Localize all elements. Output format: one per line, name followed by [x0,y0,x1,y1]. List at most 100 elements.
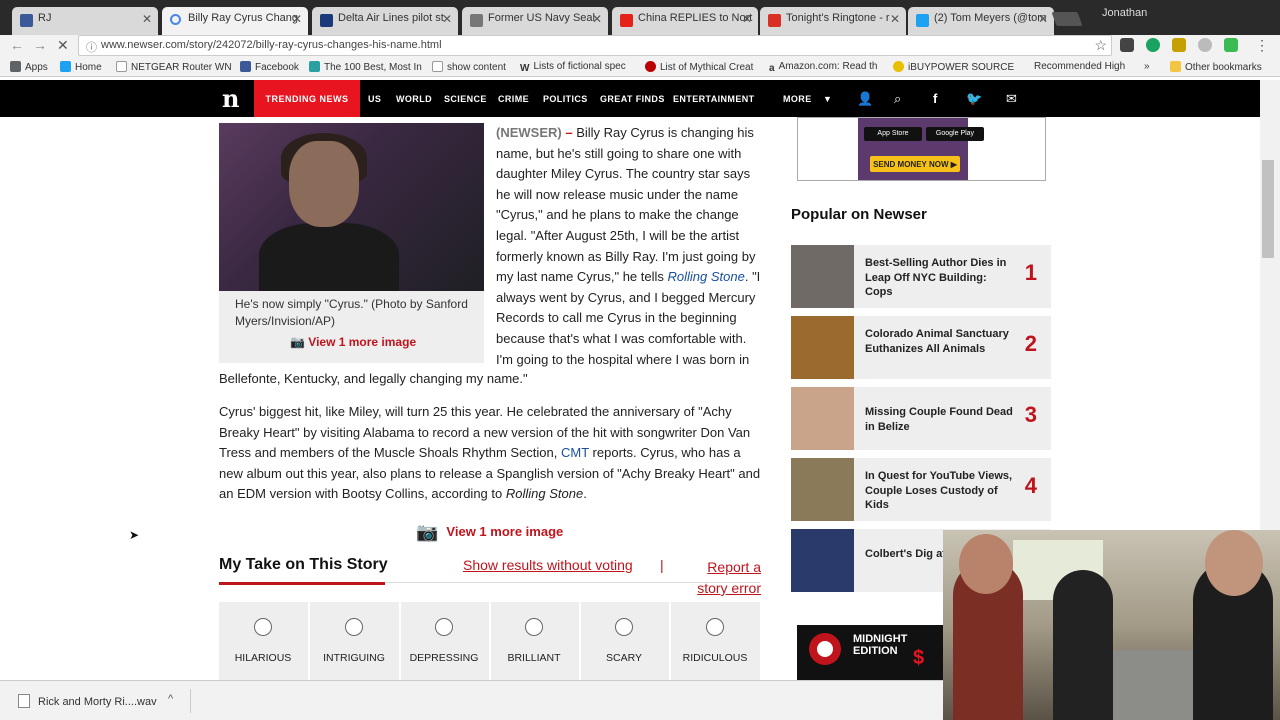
article-paragraph: (NEWSER) – Billy Ray Cyrus is changing h… [496,125,761,367]
twitter-icon[interactable]: 🐦 [966,91,982,107]
bookmark[interactable]: iBUYPOWER SOURCE [893,61,1014,73]
back-arrow-icon[interactable]: ← [10,37,24,53]
bookmark[interactable]: a Amazon.com: Read th [769,61,878,74]
bookmark[interactable]: show content [432,61,506,73]
radio-button[interactable] [706,618,724,636]
radio-button[interactable] [615,618,633,636]
reaction-brilliant[interactable]: BRILLIANT [490,602,578,680]
close-icon[interactable]: ✕ [592,12,602,26]
trending-news-link[interactable]: TRENDING NEWS [254,80,360,117]
reaction-intriguing[interactable]: INTRIGUING [310,602,398,680]
show-results-link[interactable]: Show results without voting [463,557,633,573]
advertisement[interactable]: App Store Google Play SEND MONEY NOW ▶ [797,117,1046,181]
tab-label: Former US Navy Seal [488,12,595,24]
chevron-up-icon[interactable]: ^ [168,693,173,705]
nav-entertainment[interactable]: ENTERTAINMENT [673,94,755,104]
radio-button[interactable] [525,618,543,636]
tab[interactable]: Former US Navy Seal ✕ [462,7,608,35]
reaction-hilarious[interactable]: HILARIOUS [219,602,307,680]
close-icon[interactable]: ✕ [742,12,752,26]
reaction-ridiculous[interactable]: RIDICULOUS [671,602,759,680]
extension-icon[interactable] [1172,38,1186,52]
close-icon[interactable]: ✕ [142,12,152,26]
profile-name[interactable]: Jonathan [1102,7,1147,19]
new-tab-button[interactable] [1051,12,1083,26]
close-icon[interactable]: ✕ [890,12,900,26]
url-input[interactable]: ⓘ www.newser.com/story/242072/billy-ray-… [78,35,1112,56]
info-icon[interactable]: ⓘ [86,39,97,55]
rolling-stone-link[interactable]: Rolling Stone [668,269,745,284]
reaction-poll: HILARIOUS INTRIGUING DEPRESSING BRILLIAN… [219,602,760,680]
close-icon[interactable]: ✕ [292,12,302,26]
stop-icon[interactable]: ✕ [57,37,69,54]
close-icon[interactable]: ✕ [1038,12,1048,26]
tab[interactable]: Tonight's Ringtone - r ✕ [760,7,906,35]
extension-icon[interactable] [1120,38,1134,52]
bookmark-star-icon[interactable]: ☆ [1094,37,1107,54]
popular-rank: 1 [1024,260,1037,285]
nav-us[interactable]: US [368,94,381,104]
tab[interactable]: China REPLIES to Nort ✕ [612,7,758,35]
menu-icon[interactable]: ⋮ [1255,37,1269,54]
bookmark-other[interactable]: Other bookmarks [1170,61,1262,73]
bookmark-apps[interactable]: Apps [10,61,48,73]
nav-great-finds[interactable]: GREAT FINDS [600,94,665,104]
tab[interactable]: (2) Tom Meyers (@tom ✕ [908,7,1054,35]
tab-active[interactable]: Billy Ray Cyrus Chang ✕ [162,7,308,35]
popular-item[interactable]: Missing Couple Found Dead in Belize 3 [791,387,1051,450]
report-error-link[interactable]: Report a story error [690,557,761,599]
downloads-bar: Rick and Morty Ri....wav ^ [0,680,943,720]
cmt-link[interactable]: CMT [561,445,589,460]
facebook-icon [240,61,251,72]
popular-title: Popular on Newser [791,206,927,223]
reaction-depressing[interactable]: DEPRESSING [400,602,488,680]
nav-crime[interactable]: CRIME [498,94,529,104]
bookmark[interactable]: List of Mythical Creat [645,61,753,73]
scrollbar-thumb[interactable] [1262,160,1274,258]
popular-item[interactable]: Best-Selling Author Dies in Leap Off NYC… [791,245,1051,308]
bookmark[interactable]: Home [60,61,102,73]
facebook-icon[interactable]: f [933,91,937,106]
chevron-down-icon[interactable]: ▼ [823,94,832,104]
send-money-button[interactable]: SEND MONEY NOW ▶ [870,156,960,172]
loading-spinner-icon [170,14,181,25]
radio-button[interactable] [435,618,453,636]
tab-label: Delta Air Lines pilot st [338,12,444,24]
tab-label: China REPLIES to Nort [638,12,753,24]
grammarly-icon[interactable] [1146,38,1160,52]
extension-icon[interactable] [1198,38,1212,52]
bookmark[interactable]: W Lists of fictional spec [520,61,626,74]
bookmarks-overflow[interactable]: » [1144,61,1150,72]
bookmark[interactable]: Facebook [240,61,299,73]
tab[interactable]: RJ ✕ [12,7,158,35]
popular-item[interactable]: Colorado Animal Sanctuary Euthanizes All… [791,316,1051,379]
radio-button[interactable] [345,618,363,636]
twitter-icon [916,14,929,27]
view-more-image-link[interactable]: 📷 View 1 more image [416,522,563,543]
bookmark[interactable]: Recommended High [1034,61,1125,72]
browser-tab-bar: RJ ✕ Billy Ray Cyrus Chang ✕ Delta Air L… [0,0,1280,35]
bookmark[interactable]: NETGEAR Router WN [116,61,232,73]
download-item[interactable]: Rick and Morty Ri....wav [18,694,157,708]
user-icon[interactable]: 👤 [857,91,873,107]
newser-logo[interactable]: n [222,84,239,113]
popular-item[interactable]: In Quest for YouTube Views, Couple Loses… [791,458,1051,521]
nav-world[interactable]: WORLD [396,94,432,104]
extension-icon[interactable] [1224,38,1238,52]
article-paragraph-cont: Bellefonte, Kentucky, and legally changi… [219,371,528,386]
mail-icon[interactable]: ✉ [1006,91,1017,107]
tab[interactable]: Delta Air Lines pilot st ✕ [312,7,458,35]
nav-more[interactable]: MORE [783,94,812,104]
reaction-scary[interactable]: SCARY [580,602,668,680]
search-icon[interactable]: ⌕ [894,91,901,107]
nav-science[interactable]: SCIENCE [444,94,487,104]
bookmark[interactable]: The 100 Best, Most In [309,61,422,73]
nav-politics[interactable]: POLITICS [543,94,588,104]
article-photo[interactable] [219,123,484,291]
forward-arrow-icon[interactable]: → [33,37,47,53]
view-more-image-link[interactable]: 📷 View 1 more image [290,335,416,349]
advertisement[interactable]: MIDNIGHT EDITION $ [797,625,947,680]
tab-label: Tonight's Ringtone - r [786,12,890,24]
close-icon[interactable]: ✕ [442,12,452,26]
radio-button[interactable] [254,618,272,636]
